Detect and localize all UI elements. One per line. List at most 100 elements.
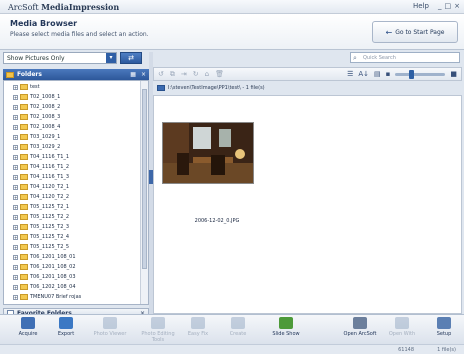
folder-view-icon[interactable]: ▦ bbox=[130, 71, 136, 78]
status-left: 61148 bbox=[398, 347, 414, 353]
current-path: I:\steven\TestImage\PP1\test\ - 1 file(s… bbox=[168, 85, 265, 91]
media-filter-select[interactable]: Show Pictures Only ▾ bbox=[3, 52, 117, 64]
home-icon[interactable]: ⌂ bbox=[205, 70, 209, 78]
export-icon bbox=[59, 317, 73, 329]
tree-folder-item[interactable]: + T05_1125_T2_3 bbox=[4, 223, 142, 231]
move-icon[interactable]: ⇥ bbox=[181, 70, 187, 78]
expand-icon[interactable]: + bbox=[13, 184, 18, 190]
export-button[interactable]: Export bbox=[46, 317, 86, 343]
tree-folder-item[interactable]: + T05_1125_T2_2 bbox=[4, 213, 142, 221]
delete-icon[interactable]: 🗑 bbox=[215, 70, 224, 78]
tree-folder-item[interactable]: + T05_1125_T2_4 bbox=[4, 233, 142, 241]
expand-icon[interactable]: + bbox=[13, 154, 18, 160]
tree-folder-item[interactable]: + T02_1008_3 bbox=[4, 113, 142, 121]
toolbar-button-label: Easy Fix bbox=[187, 331, 209, 337]
scrollbar-thumb[interactable] bbox=[142, 89, 147, 269]
tree-folder-item[interactable]: + T04_1116_T1_3 bbox=[4, 173, 142, 181]
photo-viewer-icon bbox=[103, 317, 117, 329]
tree-folder-item[interactable]: + T03_1029_1 bbox=[4, 133, 142, 141]
expand-icon[interactable]: + bbox=[13, 274, 18, 280]
toolbar-button-label: Setup bbox=[436, 331, 452, 337]
tree-folder-item[interactable]: + TMENU07 Brief rojas bbox=[4, 293, 142, 301]
slider-knob[interactable] bbox=[409, 69, 415, 79]
open-with-button[interactable]: Open With bbox=[382, 317, 422, 343]
tree-folder-label: T04_1116_T1_3 bbox=[30, 174, 70, 180]
tree-folder-label: T05_1125_T2_3 bbox=[30, 224, 70, 230]
thumbnail-item[interactable]: 2006-12-02_0.JPG bbox=[162, 122, 254, 224]
expand-icon[interactable]: + bbox=[13, 164, 18, 170]
photo-editing-button[interactable]: Photo Editing Tools bbox=[138, 317, 178, 343]
folder-icon bbox=[20, 264, 28, 270]
expand-icon[interactable]: + bbox=[13, 194, 18, 200]
view-toolbar: ↺ ⧉ ⇥ ↻ ⌂ 🗑 ☰ A↓ ▤ ▪ ■ bbox=[153, 67, 462, 81]
create-button[interactable]: Create bbox=[218, 317, 258, 343]
rotate-right-icon[interactable]: ↻ bbox=[193, 70, 199, 78]
tree-folder-label: T02_1008_2 bbox=[30, 104, 61, 110]
large-thumbnail-icon[interactable]: ■ bbox=[450, 70, 457, 78]
quick-search-input[interactable]: ⌕ Quick Search bbox=[350, 52, 460, 63]
slide-show-button[interactable]: Slide Show bbox=[266, 317, 306, 343]
expand-icon[interactable]: + bbox=[13, 94, 18, 100]
expand-icon[interactable]: + bbox=[13, 214, 18, 220]
folder-icon bbox=[20, 194, 28, 200]
expand-icon[interactable]: + bbox=[13, 104, 18, 110]
acquire-icon bbox=[21, 317, 35, 329]
expand-icon[interactable]: + bbox=[13, 124, 18, 130]
expand-icon[interactable]: + bbox=[13, 144, 18, 150]
copy-icon[interactable]: ⧉ bbox=[170, 70, 175, 79]
tree-folder-item[interactable]: + T06_1202_108_04 bbox=[4, 283, 142, 291]
acquire-button[interactable]: Acquire bbox=[8, 317, 48, 343]
filter-options-icon[interactable]: ⇄ bbox=[120, 52, 142, 64]
expand-icon[interactable]: + bbox=[13, 294, 18, 300]
photo-thumbnail[interactable] bbox=[162, 122, 254, 184]
easy-fix-button[interactable]: Easy Fix bbox=[178, 317, 218, 343]
tree-folder-item[interactable]: + T04_1120_T2_1 bbox=[4, 183, 142, 191]
tree-folder-label: T02_1008_4 bbox=[30, 124, 61, 130]
close-icon[interactable]: × bbox=[141, 71, 146, 78]
folder-tree[interactable]: + test + T02_1008_1 + T02_1008_2 + T02_1008_3 + T… bbox=[3, 80, 149, 305]
tree-folder-item[interactable]: + test bbox=[4, 83, 142, 91]
expand-icon[interactable]: + bbox=[13, 264, 18, 270]
filter-icon[interactable]: ▤ bbox=[374, 70, 381, 78]
tree-folder-item[interactable]: + T04_1120_T2_2 bbox=[4, 193, 142, 201]
expand-icon[interactable]: + bbox=[13, 244, 18, 250]
expand-icon[interactable]: + bbox=[13, 224, 18, 230]
open-arcsoft-button[interactable]: Open ArcSoft bbox=[340, 317, 380, 343]
tree-folder-item[interactable]: + T06_1201_108_03 bbox=[4, 273, 142, 281]
thumbnail-size-slider[interactable] bbox=[395, 69, 446, 79]
help-link[interactable]: Help bbox=[413, 2, 429, 10]
tree-folder-item[interactable]: + T06_1201_108_01 bbox=[4, 253, 142, 261]
minimize-button[interactable]: _ bbox=[438, 2, 442, 10]
tree-folder-item[interactable]: + T02_1008_2 bbox=[4, 103, 142, 111]
setup-button[interactable]: Setup bbox=[424, 317, 464, 343]
page-title: Media Browser bbox=[10, 19, 78, 28]
expand-icon[interactable]: + bbox=[13, 234, 18, 240]
rotate-left-icon[interactable]: ↺ bbox=[158, 70, 164, 78]
expand-icon[interactable]: + bbox=[13, 204, 18, 210]
close-button[interactable]: × bbox=[454, 2, 460, 10]
thumbnail-area[interactable]: 2006-12-02_0.JPG bbox=[153, 95, 462, 314]
sort-icon[interactable]: A↓ bbox=[358, 70, 369, 78]
tree-folder-item[interactable]: + T05_1125_T2_5 bbox=[4, 243, 142, 251]
go-to-start-page-button[interactable]: ← Go to Start Page bbox=[372, 21, 458, 43]
maximize-button[interactable]: □ bbox=[445, 2, 452, 10]
photo-viewer-button[interactable]: Photo Viewer bbox=[90, 317, 130, 343]
expand-icon[interactable]: + bbox=[13, 284, 18, 290]
tree-folder-item[interactable]: + T05_1125_T2_1 bbox=[4, 203, 142, 211]
tree-folder-item[interactable]: + T02_1008_1 bbox=[4, 93, 142, 101]
thumbnail-size-icon[interactable]: ▪ bbox=[386, 70, 391, 78]
tree-folder-item[interactable]: + T04_1116_T1_2 bbox=[4, 163, 142, 171]
expand-icon[interactable]: + bbox=[13, 134, 18, 140]
expand-icon[interactable]: + bbox=[13, 114, 18, 120]
tree-folder-item[interactable]: + T06_1201_108_02 bbox=[4, 263, 142, 271]
expand-icon[interactable]: + bbox=[13, 254, 18, 260]
tree-folder-item[interactable]: + T04_1116_T1_1 bbox=[4, 153, 142, 161]
expand-icon[interactable]: + bbox=[13, 84, 18, 90]
view-mode-icon[interactable]: ☰ bbox=[347, 70, 353, 78]
folders-title: Folders bbox=[17, 71, 42, 78]
tree-folder-item[interactable]: + T02_1008_4 bbox=[4, 123, 142, 131]
tree-folder-item[interactable]: + T03_1029_2 bbox=[4, 143, 142, 151]
expand-icon[interactable]: + bbox=[13, 174, 18, 180]
folder-icon bbox=[20, 204, 28, 210]
toolbar-button-label: Slide Show bbox=[272, 331, 300, 337]
